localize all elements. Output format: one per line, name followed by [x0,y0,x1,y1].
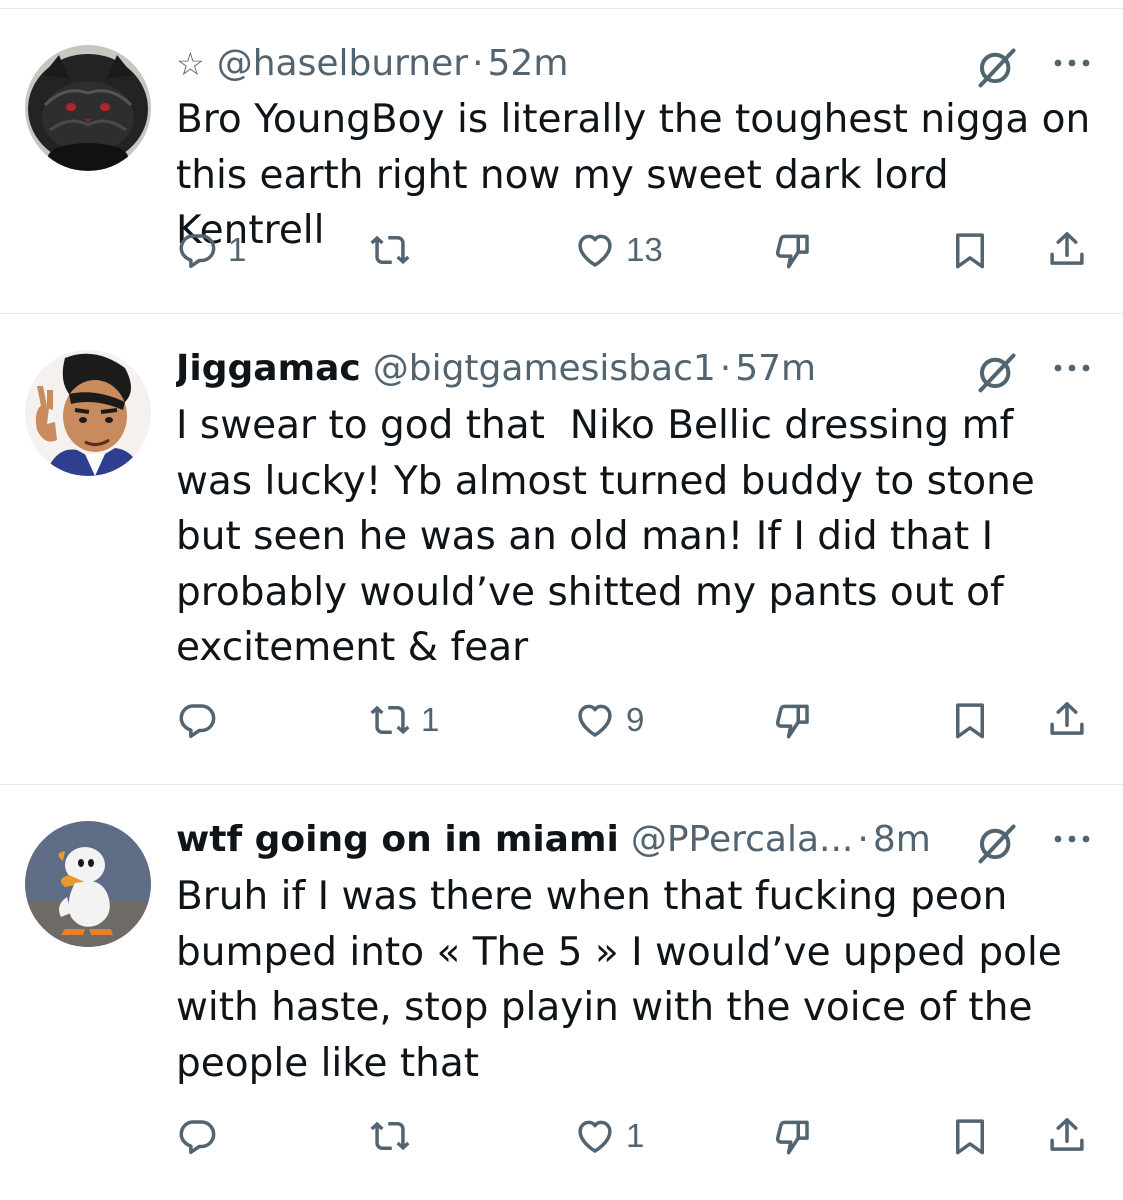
like-icon [574,699,616,741]
share-button[interactable] [1046,695,1088,745]
downvote-icon [772,1115,814,1157]
reply-button[interactable] [176,1111,228,1161]
tweet-header: Jiggamac @bigtgamesisbac1 · 57m [176,346,953,392]
downvote-icon [772,699,814,741]
share-button[interactable] [1046,225,1088,275]
reply-icon [176,699,218,741]
tweet-text: I swear to god that Niko Bellic dressing… [176,403,1048,670]
tweet[interactable]: Jiggamac @bigtgamesisbac1 · 57m I swear to … [0,314,1123,785]
timestamp[interactable]: 8m [873,819,931,860]
grok-icon[interactable] [975,821,1019,865]
user-handle[interactable]: @haselburner [217,43,468,84]
bookmark-icon [949,1115,991,1157]
avatar[interactable] [25,350,151,476]
retweet-icon [369,699,411,741]
separator-dot: · [472,43,484,84]
timestamp[interactable]: 57m [735,348,816,389]
share-icon [1046,229,1088,271]
tweet-actions: 1 9 [176,695,1096,745]
more-icon[interactable] [1050,53,1094,73]
retweet-button[interactable]: 1 [369,695,439,745]
reply-icon [176,229,218,271]
bookmark-icon [949,229,991,271]
tweet[interactable]: wtf going on in miami @PPercala... · 8m Bru… [0,785,1123,1200]
display-name[interactable]: wtf going on in miami [176,819,619,860]
like-icon [574,1115,616,1157]
retweet-icon [369,1115,411,1157]
reply-button[interactable] [176,695,228,745]
avatar[interactable] [25,821,151,947]
downvote-button[interactable] [772,695,814,745]
like-icon [574,229,616,271]
more-icon[interactable] [1050,829,1094,849]
anime-character-avatar-image [25,350,151,476]
like-button[interactable]: 1 [574,1111,644,1161]
user-handle[interactable]: @PPercala... [631,819,854,860]
like-button[interactable]: 13 [574,225,663,275]
star-icon[interactable]: ☆ [176,45,205,83]
tweet-text: Bruh if I was there when that fucking pe… [176,874,1075,1086]
grok-icon[interactable] [975,350,1019,394]
tweet-actions: 1 13 [176,225,1096,275]
bookmark-button[interactable] [949,225,991,275]
retweet-count: 1 [421,701,440,738]
retweet-button[interactable] [369,225,421,275]
tweet[interactable]: ☆ @haselburner · 52m Bro YoungBoy is litera… [0,9,1123,314]
share-icon [1046,699,1088,741]
user-handle[interactable]: @bigtgamesisbac1 [373,348,716,389]
duck-avatar-image [25,821,151,947]
retweet-button[interactable] [369,1111,421,1161]
separator-dot: · [857,819,869,860]
bookmark-icon [949,699,991,741]
separator-dot: · [719,348,732,389]
grok-icon[interactable] [975,45,1019,89]
cat-avatar-image [25,45,151,171]
like-count: 1 [626,1117,645,1154]
reply-icon [176,1115,218,1157]
reply-count: 1 [228,231,247,268]
more-icon[interactable] [1050,358,1094,378]
like-count: 13 [626,231,663,268]
like-button[interactable]: 9 [574,695,644,745]
bookmark-button[interactable] [949,1111,991,1161]
display-name[interactable]: Jiggamac [176,348,361,389]
tweet-header: ☆ @haselburner · 52m [176,41,953,87]
downvote-button[interactable] [772,225,814,275]
downvote-button[interactable] [772,1111,814,1161]
bookmark-button[interactable] [949,695,991,745]
reply-button[interactable]: 1 [176,225,246,275]
avatar[interactable] [25,45,151,171]
tweet-actions: 1 [176,1111,1096,1161]
share-icon [1046,1115,1088,1157]
downvote-icon [772,229,814,271]
timestamp[interactable]: 52m [488,43,569,84]
share-button[interactable] [1046,1111,1088,1161]
tweet-header: wtf going on in miami @PPercala... · 8m [176,817,953,863]
like-count: 9 [626,701,645,738]
retweet-icon [369,229,411,271]
